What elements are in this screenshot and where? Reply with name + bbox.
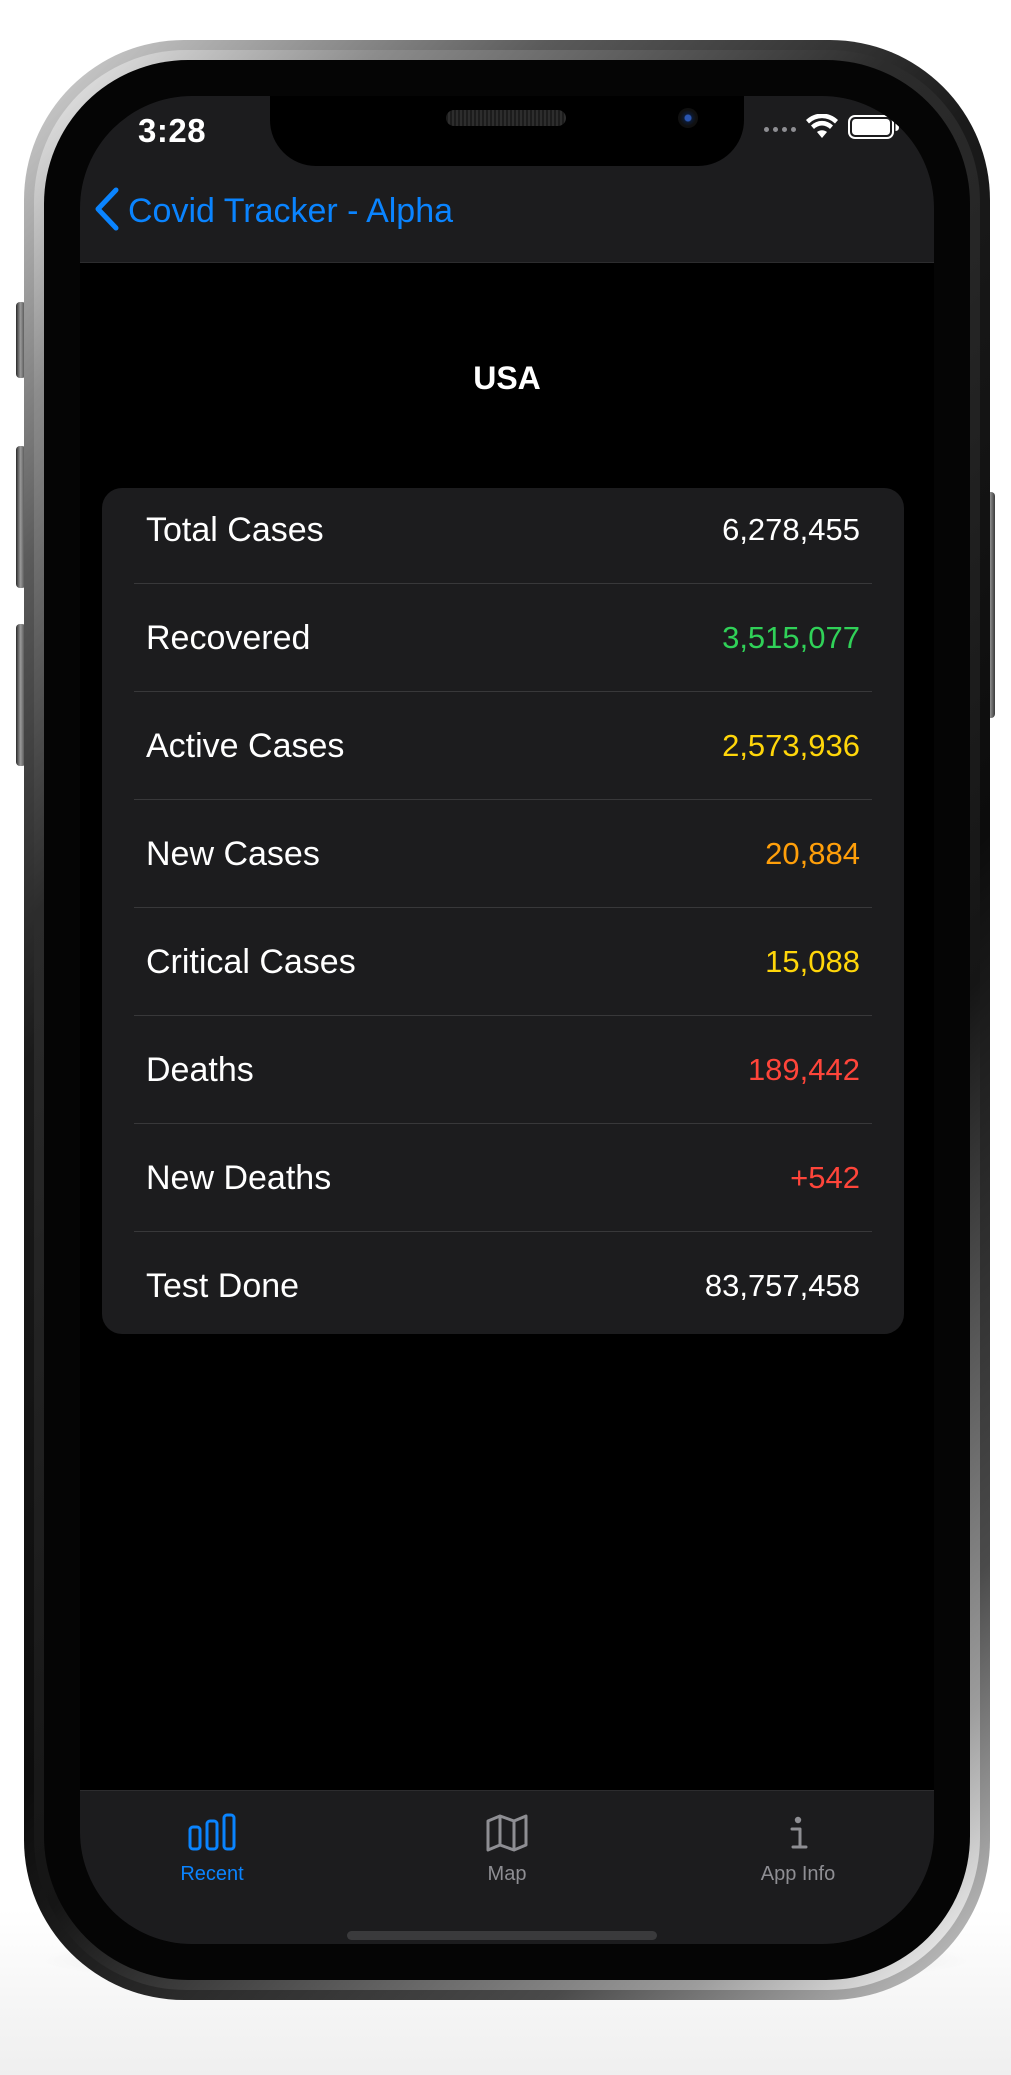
stat-row-recovered: Recovered 3,515,077: [134, 584, 872, 692]
screen: 3:28 Covid Tracker - Alpha USA Total Cas…: [80, 96, 934, 1944]
battery-icon: [848, 114, 900, 145]
tab-map[interactable]: Map: [417, 1813, 597, 1903]
stat-value: +542: [790, 1160, 860, 1195]
stat-value: 20,884: [765, 836, 860, 871]
stat-label: Deaths: [146, 1051, 254, 1089]
back-button-label: Covid Tracker - Alpha: [128, 192, 454, 230]
speaker-grille: [446, 110, 566, 126]
status-icons: [764, 113, 900, 145]
stat-label: Active Cases: [146, 727, 345, 765]
stat-label: Test Done: [146, 1267, 300, 1305]
tab-label: App Info: [760, 1863, 836, 1885]
stat-value: 15,088: [765, 944, 860, 979]
stat-label: Total Cases: [146, 511, 324, 549]
stat-row-new-deaths: New Deaths +542: [134, 1124, 872, 1232]
tab-recent[interactable]: Recent: [122, 1813, 302, 1903]
bar-chart-icon: [122, 1813, 302, 1857]
stat-row-new-cases: New Cases 20,884: [134, 800, 872, 908]
tab-bar: Recent Map App Info: [80, 1790, 934, 1944]
navigation-bar: Covid Tracker - Alpha: [80, 166, 934, 263]
stat-row-total-cases: Total Cases 6,278,455: [134, 488, 872, 584]
stat-value: 3,515,077: [722, 620, 860, 655]
stats-card: Total Cases 6,278,455 Recovered 3,515,07…: [102, 488, 904, 1334]
stat-value: 2,573,936: [722, 728, 860, 763]
status-time: 3:28: [138, 112, 207, 149]
tab-app-info[interactable]: App Info: [708, 1813, 888, 1903]
home-indicator[interactable]: [347, 1931, 657, 1940]
stat-row-deaths: Deaths 189,442: [134, 1016, 872, 1124]
stat-row-active-cases: Active Cases 2,573,936: [134, 692, 872, 800]
cellular-signal-icon: [764, 127, 796, 132]
map-icon: [417, 1813, 597, 1857]
tab-label: Recent: [180, 1863, 244, 1885]
stat-value: 83,757,458: [704, 1268, 860, 1303]
stat-row-critical-cases: Critical Cases 15,088: [134, 908, 872, 1016]
info-icon: [708, 1813, 888, 1857]
stat-row-test-done: Test Done 83,757,458: [134, 1232, 872, 1334]
wifi-icon: [806, 113, 838, 145]
back-button[interactable]: Covid Tracker - Alpha: [92, 186, 453, 237]
stat-label: New Deaths: [146, 1159, 332, 1197]
stat-label: New Cases: [146, 835, 320, 873]
tab-label: Map: [487, 1863, 527, 1885]
stat-label: Recovered: [146, 619, 311, 657]
stat-value: 6,278,455: [722, 512, 860, 547]
front-camera: [678, 108, 698, 128]
country-title: USA: [473, 360, 541, 396]
stat-label: Critical Cases: [146, 943, 356, 981]
stat-value: 189,442: [747, 1052, 860, 1087]
notch: [270, 96, 744, 166]
chevron-left-icon: [92, 186, 122, 237]
page: 3:28 Covid Tracker - Alpha USA Total Cas…: [0, 0, 1011, 2075]
